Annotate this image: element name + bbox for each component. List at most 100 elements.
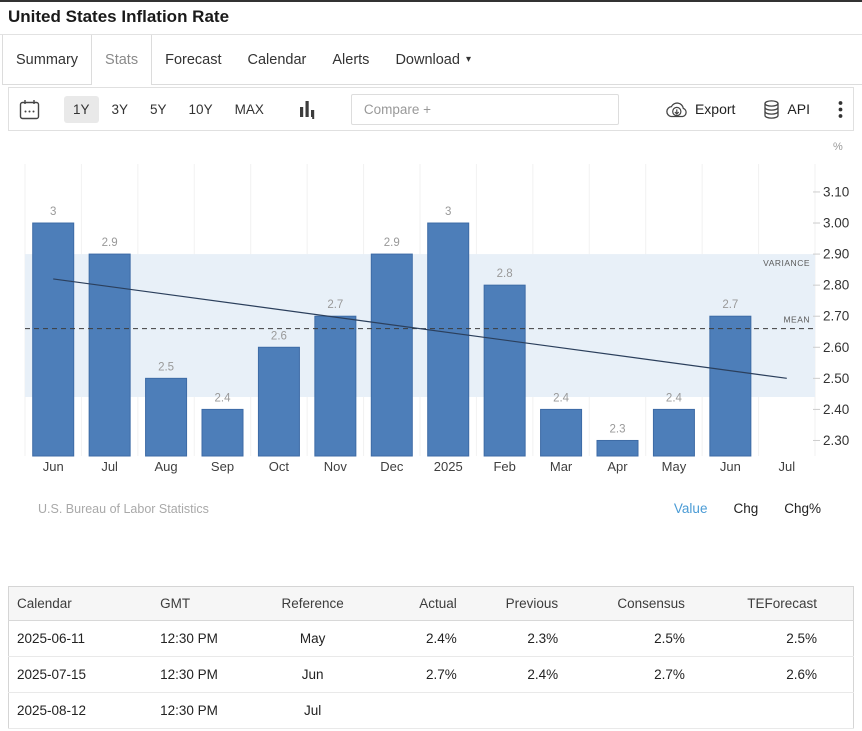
compare-input[interactable] — [351, 94, 619, 125]
col-header-actual[interactable]: Actual — [363, 587, 464, 621]
x-label-Jun: Jun — [43, 459, 64, 474]
column-chart-icon — [299, 99, 317, 119]
y-tick-label-2.40: 2.40 — [823, 402, 849, 417]
export-button[interactable]: Export — [665, 101, 735, 118]
cell-teforecast — [693, 693, 854, 729]
bar-4-Oct[interactable] — [258, 347, 299, 456]
api-button[interactable]: API — [763, 100, 810, 119]
x-label-Feb: Feb — [493, 459, 515, 474]
mode-chg[interactable]: Chg — [733, 501, 758, 516]
chart-type-button[interactable] — [299, 99, 317, 119]
cell-reference: May — [262, 621, 363, 657]
calendar-icon — [19, 99, 40, 120]
bar-value-label: 2.9 — [102, 237, 118, 249]
page-title: United States Inflation Rate — [8, 7, 854, 27]
y-tick-label-2.50: 2.50 — [823, 371, 849, 386]
tab-forecast[interactable]: Forecast — [152, 35, 234, 85]
bar-2-Aug[interactable] — [146, 378, 187, 456]
cell-calendar: 2025-07-15 — [9, 657, 153, 693]
range-button-max[interactable]: MAX — [226, 96, 273, 123]
bar-3-Sep[interactable] — [202, 409, 243, 456]
date-range-button[interactable] — [19, 99, 40, 120]
bar-5-Nov[interactable] — [315, 316, 356, 456]
bar-7-2025[interactable] — [428, 223, 469, 456]
cell-previous: 2.3% — [465, 621, 566, 657]
cell-gmt: 12:30 PM — [152, 621, 262, 657]
tab-calendar-label: Calendar — [248, 52, 307, 68]
x-label-Sep: Sep — [211, 459, 234, 474]
bar-0-Jun[interactable] — [33, 223, 74, 456]
bar-value-label: 2.7 — [327, 299, 343, 311]
bar-value-label: 2.3 — [610, 423, 626, 435]
y-tick-label-3.00: 3.00 — [823, 216, 849, 231]
caret-down-icon: ▾ — [466, 54, 471, 65]
tab-alerts[interactable]: Alerts — [319, 35, 382, 85]
tab-alerts-label: Alerts — [332, 52, 369, 68]
tab-stats[interactable]: Stats — [92, 35, 152, 85]
bar-value-label: 2.5 — [158, 361, 174, 373]
col-header-reference[interactable]: Reference — [262, 587, 363, 621]
range-button-1y[interactable]: 1Y — [64, 96, 99, 123]
y-tick-label-2.70: 2.70 — [823, 309, 849, 324]
api-label: API — [787, 101, 810, 117]
mode-chg-pct[interactable]: Chg% — [784, 501, 821, 516]
cell-previous: 2.4% — [465, 657, 566, 693]
col-header-gmt[interactable]: GMT — [152, 587, 262, 621]
bar-value-label: 2.8 — [497, 268, 513, 280]
table-row: 2025-06-1112:30 PMMay2.4%2.3%2.5%2.5% — [9, 621, 854, 657]
bar-8-Feb[interactable] — [484, 285, 525, 456]
col-header-consensus[interactable]: Consensus — [566, 587, 693, 621]
x-label-Dec: Dec — [380, 459, 404, 474]
tab-bar: Summary Stats Forecast Calendar Alerts D… — [0, 35, 862, 85]
col-header-teforecast[interactable]: TEForecast — [693, 587, 854, 621]
x-label-2025: 2025 — [434, 459, 463, 474]
bar-value-label: 3 — [445, 206, 451, 218]
cell-gmt: 12:30 PM — [152, 657, 262, 693]
chart-source-attribution: U.S. Bureau of Labor Statistics — [38, 502, 209, 516]
bar-11-May[interactable] — [653, 409, 694, 456]
page-header: United States Inflation Rate — [0, 2, 862, 35]
export-cloud-icon — [665, 101, 688, 118]
tab-download-label: Download — [395, 52, 460, 68]
cell-actual: 2.7% — [363, 657, 464, 693]
x-label-Jul: Jul — [101, 459, 118, 474]
cell-teforecast: 2.6% — [693, 657, 854, 693]
x-label-May: May — [662, 459, 687, 474]
y-tick-label-2.90: 2.90 — [823, 247, 849, 262]
bar-9-Mar[interactable] — [541, 409, 582, 456]
bar-10-Apr[interactable] — [597, 440, 638, 456]
cell-consensus: 2.7% — [566, 657, 693, 693]
x-label-Oct: Oct — [269, 459, 290, 474]
cell-previous — [465, 693, 566, 729]
cell-calendar: 2025-06-11 — [9, 621, 153, 657]
bar-value-label: 2.9 — [384, 237, 400, 249]
tab-download[interactable]: Download ▾ — [382, 35, 484, 85]
bar-value-label: 2.4 — [666, 392, 683, 404]
y-tick-label-2.30: 2.30 — [823, 433, 849, 448]
kebab-menu-icon — [838, 100, 843, 119]
cell-consensus — [566, 693, 693, 729]
bar-6-Dec[interactable] — [371, 254, 412, 456]
range-button-10y[interactable]: 10Y — [180, 96, 222, 123]
bar-value-label: 2.7 — [722, 299, 738, 311]
bar-value-label: 2.4 — [215, 392, 232, 404]
col-header-previous[interactable]: Previous — [465, 587, 566, 621]
tab-calendar[interactable]: Calendar — [235, 35, 320, 85]
bar-value-label: 2.6 — [271, 330, 287, 342]
tab-summary[interactable]: Summary — [2, 35, 92, 85]
col-header-calendar[interactable]: Calendar — [9, 587, 153, 621]
bar-12-Jun[interactable] — [710, 316, 751, 456]
toolbar-right-group: Export API — [665, 100, 843, 119]
table-header-row: Calendar GMT Reference Actual Previous C… — [9, 587, 854, 621]
chart-section: 2.302.402.502.602.702.802.903.003.10%3Ju… — [0, 131, 862, 522]
bar-value-label: 2.4 — [553, 392, 570, 404]
tab-summary-label: Summary — [16, 52, 78, 68]
chart-toolbar: 1Y 3Y 5Y 10Y MAX Export — [8, 87, 854, 131]
inflation-bar-chart[interactable]: 2.302.402.502.602.702.802.903.003.10%3Ju… — [0, 131, 862, 479]
range-button-5y[interactable]: 5Y — [141, 96, 176, 123]
range-button-3y[interactable]: 3Y — [103, 96, 138, 123]
more-options-button[interactable] — [838, 100, 843, 119]
mode-value[interactable]: Value — [674, 501, 708, 516]
x-label-Nov: Nov — [324, 459, 348, 474]
cell-consensus: 2.5% — [566, 621, 693, 657]
